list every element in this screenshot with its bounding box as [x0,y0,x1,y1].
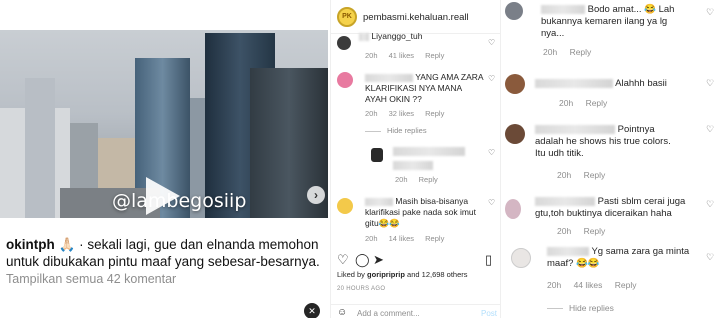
comment-meta: 20h Reply [395,175,438,184]
comment-text: Masih bisa-bisanya klarifikasi pake nada… [365,196,477,228]
comment: Masih bisa-bisanya klarifikasi pake nada… [331,194,501,244]
hide-replies-button[interactable]: Hide replies [547,303,614,313]
bookmark-icon[interactable]: ▯ [485,252,492,268]
redacted-username [535,78,613,88]
redacted-text [393,161,433,170]
comment-meta: 20h Reply [557,170,606,180]
heart-icon[interactable]: ♡ [706,78,714,89]
hide-replies-button[interactable]: Hide replies [365,126,427,135]
comment-meta: 20h 44 likes Reply [547,280,637,290]
comment: Pasti sblm cerai juga gtu,toh buktinya d… [501,193,714,241]
comment-text: Bodo amat... 😂 Lah bukannya kemaren ilan… [541,4,675,39]
avatar[interactable] [505,199,521,219]
redacted-username [547,246,589,256]
post-actions: ♡ ◯ ➤ ▯ [337,252,497,268]
add-comment-bar: ☺ Add a comment... Post [331,304,501,318]
avatar[interactable] [505,2,523,20]
comment-text: Liyanggo_tuh [359,31,422,42]
redacted-username [535,124,615,134]
redacted-text [393,147,465,157]
liked-by-user[interactable]: goripriprip [367,270,405,279]
comment-meta: 20h Reply [557,226,606,236]
comment: Pointnya adalah he shows his true colors… [501,118,714,180]
comment-reply: 20h Reply ♡ [331,144,501,186]
avatar[interactable] [505,124,525,144]
view-all-comments-link[interactable]: Tampilkan semua 42 komentar [6,272,176,286]
redacted-text [359,32,369,41]
comment-meta: 20h Reply [559,98,608,108]
comment-text [393,146,465,170]
post-caption: okintph 🙏🏻 · sekali lagi, gue dan elnand… [6,236,324,270]
heart-icon[interactable]: ♡ [488,148,495,157]
heart-icon[interactable]: ♡ [488,198,495,207]
heart-icon[interactable]: ♡ [706,124,714,135]
comment-text: Alahhh basii [535,78,667,90]
post-button[interactable]: Post [481,309,497,318]
heart-icon[interactable]: ♡ [488,74,495,83]
comment-icon[interactable]: ◯ [355,252,370,268]
comments-panel-right: Bodo amat... 😂 Lah bukannya kemaren ilan… [500,0,720,318]
emoji-icon[interactable]: ☺ [337,307,347,318]
comment-text: YANG AMA ZARA KLARIFIKASI NYA MANA AYAH … [365,72,484,104]
comment-meta: 20h 41 likes Reply [365,51,445,60]
video-player[interactable]: @lambegosiip › [0,30,328,218]
comment: YANG AMA ZARA KLARIFIKASI NYA MANA AYAH … [331,68,501,124]
play-icon[interactable] [146,177,180,215]
redacted-username [365,197,393,206]
redacted-username [541,4,585,14]
avatar[interactable]: PK [337,7,357,27]
chevron-right-icon[interactable]: › [307,186,325,204]
heart-icon[interactable]: ♡ [706,7,714,18]
avatar[interactable] [337,36,351,50]
redacted-username [365,73,413,82]
comment-text: Pointnya adalah he shows his true colors… [535,124,671,159]
caption-username[interactable]: okintph [6,237,55,252]
comment: Alahhh basii 20h Reply ♡ [501,72,714,112]
account-username[interactable]: pembasmi.kehaluan.reall [363,12,469,23]
avatar[interactable] [337,198,353,214]
avatar[interactable] [505,74,525,94]
heart-icon[interactable]: ♡ [706,252,714,263]
post-header: PK pembasmi.kehaluan.reall [331,0,501,34]
redacted-username [535,196,595,206]
building [25,78,55,218]
comment-meta: 20h 32 likes Reply [365,109,445,118]
speaker-muted-icon[interactable]: ✕ [304,303,320,318]
avatar[interactable] [371,148,383,162]
heart-icon[interactable]: ♡ [488,38,495,47]
comment-text: Pasti sblm cerai juga gtu,toh buktinya d… [535,196,686,219]
heart-icon[interactable]: ♡ [706,199,714,210]
comment-meta: 20h Reply [543,47,592,57]
comments-panel-middle: PK pembasmi.kehaluan.reall Liyanggo_tuh … [330,0,501,318]
heart-icon[interactable]: ♡ [337,252,349,268]
comment-meta: 20h 14 likes Reply [365,234,445,243]
likes-summary: Liked by goripriprip and 12,698 others [337,270,468,279]
comment: Liyanggo_tuh 20h 41 likes Reply ♡ [331,31,501,62]
comment: Yg sama zara ga minta maaf? 😂😂 20h 44 li… [501,244,714,292]
avatar[interactable] [337,72,353,88]
post-panel: @lambegosiip › okintph 🙏🏻 · sekali lagi,… [0,0,330,318]
share-icon[interactable]: ➤ [373,252,384,268]
comment-text: Yg sama zara ga minta maaf? 😂😂 [547,246,690,269]
comment: Bodo amat... 😂 Lah bukannya kemaren ilan… [501,0,714,62]
post-timestamp: 20 HOURS AGO [337,286,386,292]
comment-input[interactable]: Add a comment... [357,309,420,318]
avatar[interactable] [511,248,531,268]
